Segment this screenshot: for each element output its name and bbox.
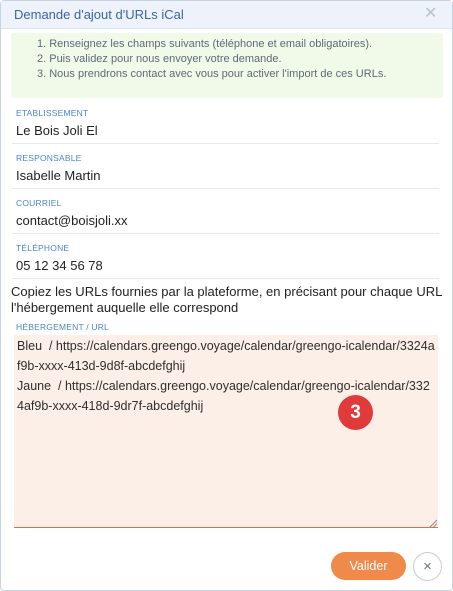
close-icon: × bbox=[423, 558, 432, 575]
urls-label: HÉBERGEMENT / URL bbox=[16, 322, 109, 332]
etablissement-label: ETABLISSEMENT bbox=[16, 108, 89, 118]
responsable-field[interactable]: Isabelle Martin bbox=[16, 168, 101, 183]
instruction-step: 1. Renseignez les champs suivants (télép… bbox=[37, 38, 373, 50]
dialog-titlebar: Demande d'ajout d'URLs iCal ✕ bbox=[1, 1, 452, 29]
instruction-step: 3. Nous prendrons contact avec vous pour… bbox=[37, 68, 387, 80]
divider bbox=[12, 233, 439, 234]
dialog-title: Demande d'ajout d'URLs iCal bbox=[14, 7, 184, 22]
instructions-box: 1. Renseignez les champs suivants (télép… bbox=[11, 33, 443, 98]
annotation-badge: 3 bbox=[338, 395, 373, 430]
divider bbox=[12, 143, 439, 144]
phone-field[interactable]: 05 12 34 56 78 bbox=[16, 258, 103, 273]
urls-textarea[interactable]: Bleu / https://calendars.greengo.voyage/… bbox=[14, 335, 438, 528]
divider bbox=[12, 188, 439, 189]
courriel-label: COURRIEL bbox=[16, 198, 62, 208]
telephone-label: TÉLÉPHONE bbox=[16, 243, 70, 253]
divider bbox=[12, 278, 439, 279]
instructions-list: 1. Renseignez les champs suivants (télép… bbox=[37, 37, 386, 82]
urls-instruction: Copiez les URLs fournies par la platefor… bbox=[11, 284, 442, 315]
resize-handle-icon[interactable] bbox=[429, 519, 437, 527]
submit-button[interactable]: Valider bbox=[331, 552, 406, 580]
close-button[interactable]: × bbox=[413, 552, 442, 581]
close-icon[interactable]: ✕ bbox=[424, 5, 437, 23]
instruction-step: 2. Puis validez pour nous envoyer votre … bbox=[37, 53, 282, 65]
etablissement-field[interactable]: Le Bois Joli El bbox=[16, 123, 98, 138]
responsable-label: RESPONSABLE bbox=[16, 153, 82, 163]
email-field[interactable]: contact@boisjoli.xx bbox=[16, 213, 127, 228]
ical-request-dialog: Demande d'ajout d'URLs iCal ✕ 1. Renseig… bbox=[0, 0, 453, 591]
